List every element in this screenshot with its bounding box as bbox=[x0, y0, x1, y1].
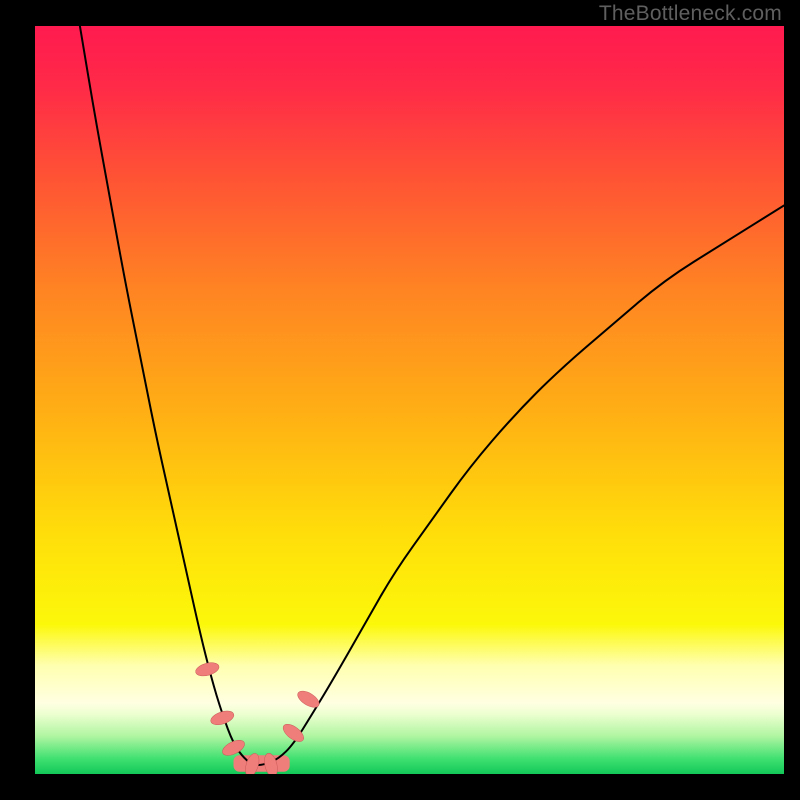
chart-svg bbox=[35, 26, 784, 774]
chart-background bbox=[35, 26, 784, 774]
plot-area bbox=[35, 26, 784, 774]
watermark-text: TheBottleneck.com bbox=[599, 2, 782, 26]
curve-bottom-fill bbox=[234, 755, 290, 772]
trough-fill bbox=[234, 755, 290, 772]
chart-frame: TheBottleneck.com bbox=[0, 0, 800, 800]
